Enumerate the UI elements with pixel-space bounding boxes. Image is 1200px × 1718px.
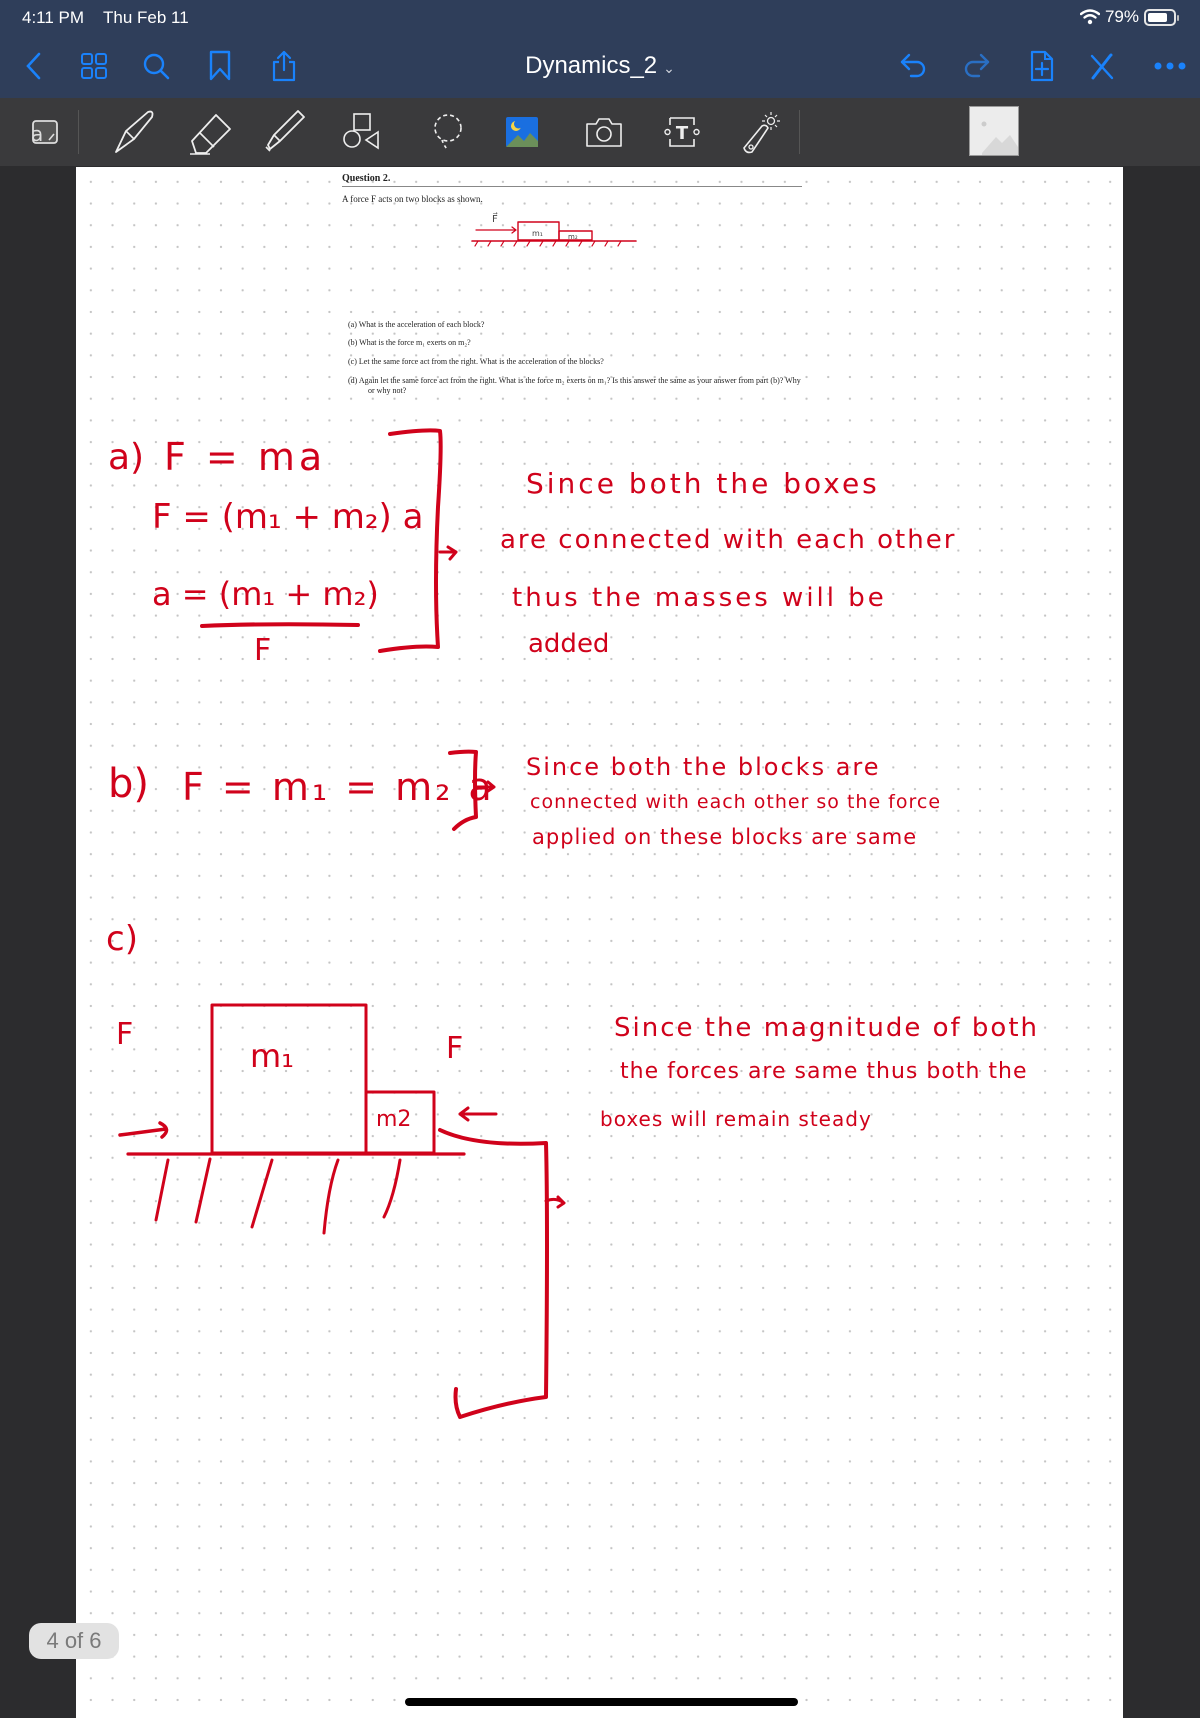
toolbar-divider xyxy=(799,110,800,154)
page-thumbnail[interactable] xyxy=(969,106,1019,156)
highlighter-icon xyxy=(265,110,305,152)
title-chevron-icon[interactable]: ⌄ xyxy=(663,60,675,76)
battery-fill xyxy=(1148,12,1167,22)
bookmark-button[interactable] xyxy=(204,50,236,82)
status-time: 4:11 PM xyxy=(22,8,85,27)
close-pen-icon xyxy=(1090,53,1114,80)
hw-block-m2-label: m2 xyxy=(376,1107,412,1132)
hw-part-c-note-line2: the forces are same thus both the xyxy=(620,1059,1028,1084)
shapes-tool[interactable] xyxy=(338,108,386,156)
more-icon xyxy=(1154,62,1186,70)
text-box-tool[interactable]: T xyxy=(658,108,706,156)
image-icon xyxy=(506,117,538,147)
text-tool-glyph: T xyxy=(676,123,689,144)
force-left-arrow xyxy=(118,1121,169,1139)
hw-part-b-note-line1: Since both the blocks are xyxy=(526,753,881,781)
notebook-page[interactable]: Question 2. A force F acts on two blocks… xyxy=(76,167,1123,1718)
fraction-bar xyxy=(200,622,360,628)
add-page-button[interactable] xyxy=(1026,50,1058,82)
hw-force-left-label: F xyxy=(116,1017,134,1052)
hw-part-c-note-line3: boxes will remain steady xyxy=(600,1107,872,1131)
part-c-brace xyxy=(438,1128,549,1419)
text-box-icon: T xyxy=(664,117,700,147)
close-pen-button[interactable] xyxy=(1086,50,1118,82)
page-indicator[interactable]: 4 of 6 xyxy=(29,1623,119,1659)
wifi-icon xyxy=(1079,9,1100,25)
camera-icon xyxy=(586,118,622,147)
camera-tool[interactable] xyxy=(580,108,628,156)
hw-part-a-note-line4: added xyxy=(528,629,610,659)
laser-pointer-tool[interactable] xyxy=(738,108,786,156)
add-page-icon xyxy=(1030,50,1054,82)
eraser-tool[interactable] xyxy=(186,108,234,156)
eraser-icon xyxy=(190,114,231,155)
search-icon xyxy=(143,53,170,80)
hw-force-right-label: F xyxy=(446,1031,464,1066)
share-button[interactable] xyxy=(268,50,300,82)
undo-button[interactable] xyxy=(898,50,930,82)
search-button[interactable] xyxy=(140,50,172,82)
document-title-group: Dynamics_2 ⌄ xyxy=(0,52,1200,80)
status-right: 79% xyxy=(1079,7,1179,27)
thumbnails-button[interactable] xyxy=(78,50,110,82)
undo-icon xyxy=(900,53,926,78)
highlighter-tool[interactable] xyxy=(260,108,308,156)
hw-part-b-note-line2: connected with each other so the force xyxy=(530,791,942,813)
svg-text:a: a xyxy=(31,122,43,146)
pen-tool[interactable] xyxy=(112,108,160,156)
hw-part-b-equation: F = m₁ = m₂ a xyxy=(182,765,495,809)
toolbar-divider xyxy=(78,110,79,154)
redo-icon xyxy=(964,53,990,78)
nav-bar: Dynamics_2 ⌄ xyxy=(0,44,1200,88)
hw-part-b-note-line3: applied on these blocks are same xyxy=(532,825,918,849)
pen-icon xyxy=(115,110,154,153)
home-indicator[interactable] xyxy=(405,1698,798,1706)
image-tool[interactable] xyxy=(498,108,546,156)
document-title[interactable]: Dynamics_2 xyxy=(525,52,657,79)
hw-block-m1-label: m₁ xyxy=(250,1037,294,1075)
drawing-toolbar: a T xyxy=(0,98,1200,166)
status-bar: 4:11 PM Thu Feb 11 79% xyxy=(0,0,1200,36)
hw-part-a-note-line3: thus the masses will be xyxy=(512,583,887,613)
lasso-tool[interactable] xyxy=(424,108,472,156)
top-bar: 4:11 PM Thu Feb 11 79% Dynamics_2 ⌄ xyxy=(0,0,1200,98)
hw-part-c-note-line1: Since the magnitude of both xyxy=(614,1013,1040,1043)
hw-part-b-label: b) xyxy=(108,761,149,807)
back-icon xyxy=(26,52,41,80)
thumbnails-grid-icon xyxy=(81,53,107,79)
force-right-arrow xyxy=(458,1106,498,1122)
hw-ink-strokes xyxy=(118,428,566,1419)
back-button[interactable] xyxy=(18,50,50,82)
part-a-bracket xyxy=(378,428,443,653)
bookmark-icon xyxy=(209,50,231,81)
lasso-icon xyxy=(434,114,462,151)
redo-button[interactable] xyxy=(960,50,992,82)
battery-percent: 79% xyxy=(1104,7,1139,26)
shapes-icon xyxy=(343,113,379,150)
block-m1 xyxy=(210,1003,368,1155)
share-icon xyxy=(272,50,296,82)
thumbnail-placeholder-icon xyxy=(981,121,1018,155)
battery-icon xyxy=(1144,8,1179,26)
hw-part-a-note-line1: Since both the boxes xyxy=(526,467,880,500)
laser-pointer-icon xyxy=(743,112,780,154)
text-recognition-icon: a xyxy=(31,120,58,146)
ground-hatch xyxy=(154,1157,402,1235)
text-recognition-tool[interactable]: a xyxy=(20,108,68,156)
more-button[interactable] xyxy=(1148,50,1192,82)
hw-part-a-note-line2: are connected with each other xyxy=(500,525,957,555)
hw-part-c-label: c) xyxy=(106,919,138,959)
status-date: Thu Feb 11 xyxy=(103,8,189,27)
part-a-arrow xyxy=(438,545,458,561)
